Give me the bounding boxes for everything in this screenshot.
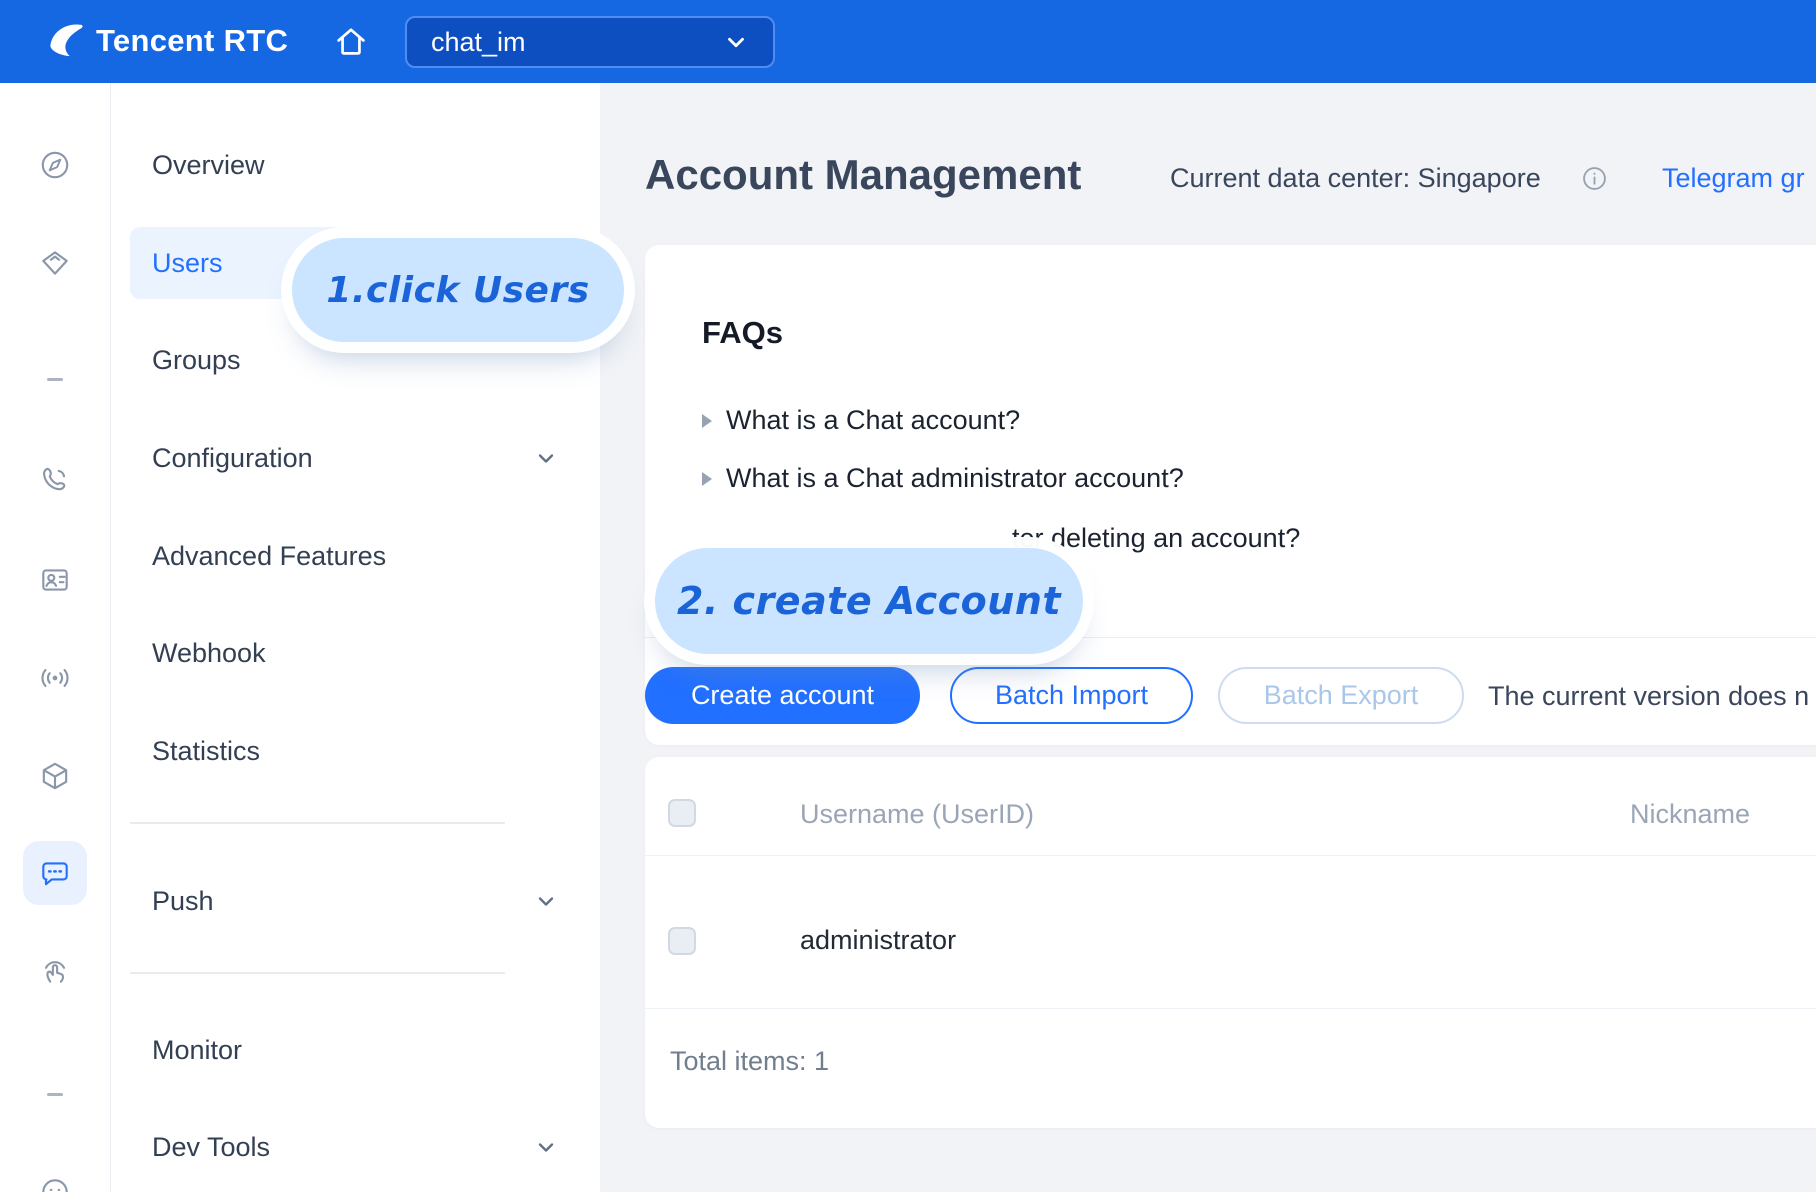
sidebar-item-label: Configuration bbox=[152, 443, 313, 474]
tencent-logo-icon[interactable] bbox=[42, 18, 88, 64]
chevron-down-icon bbox=[534, 446, 558, 470]
telegram-link[interactable]: Telegram gr bbox=[1662, 163, 1805, 194]
faq-item[interactable]: What is a Chat account? bbox=[702, 405, 1020, 436]
faq-question: What is a Chat account? bbox=[726, 405, 1020, 436]
accounts-table: Username (UserID) Nickname administrator… bbox=[645, 757, 1816, 1128]
cube-icon[interactable] bbox=[0, 759, 110, 793]
sidebar-item-overview[interactable]: Overview bbox=[130, 143, 580, 187]
chevron-down-icon bbox=[723, 29, 749, 55]
table-divider bbox=[645, 855, 1816, 856]
tencent-rtc-console: Overview Users Groups Configuration Adva… bbox=[0, 0, 1816, 1192]
sidebar-item-push[interactable]: Push bbox=[130, 879, 580, 923]
sidebar-item-dev-tools[interactable]: Dev Tools bbox=[130, 1125, 580, 1169]
broadcast-icon[interactable] bbox=[0, 661, 110, 695]
app-selector-dropdown[interactable]: chat_im bbox=[405, 16, 775, 68]
sidebar-item-label: Dev Tools bbox=[152, 1132, 270, 1163]
info-icon[interactable] bbox=[1582, 166, 1607, 191]
chevron-down-icon bbox=[534, 1135, 558, 1159]
faq-question: What is a Chat administrator account? bbox=[726, 463, 1184, 494]
faq-item-partial[interactable]: ter deleting an account? bbox=[1012, 523, 1300, 554]
column-header-nickname: Nickname bbox=[1630, 799, 1750, 830]
brand-name: Tencent RTC bbox=[96, 23, 288, 59]
app-selector-value: chat_im bbox=[431, 27, 526, 58]
sidebar-divider bbox=[130, 972, 505, 974]
sidebar-item-label: Users bbox=[152, 248, 223, 279]
sidebar-item-label: Overview bbox=[152, 150, 265, 181]
row-checkbox[interactable] bbox=[668, 927, 696, 955]
annotation-step1: 1.click Users bbox=[292, 238, 624, 342]
face-icon[interactable] bbox=[0, 1175, 110, 1192]
cell-username: administrator bbox=[800, 925, 956, 956]
sidebar-item-configuration[interactable]: Configuration bbox=[130, 436, 580, 480]
triangle-right-icon bbox=[702, 414, 712, 428]
sidebar-item-label: Push bbox=[152, 886, 214, 917]
sidebar-item-webhook[interactable]: Webhook bbox=[130, 631, 580, 675]
sidebar-item-statistics[interactable]: Statistics bbox=[130, 729, 580, 773]
collapsed-divider-icon bbox=[0, 378, 110, 381]
batch-export-button: Batch Export bbox=[1218, 667, 1464, 724]
sidebar-item-label: Groups bbox=[152, 345, 241, 376]
chat-icon-active[interactable] bbox=[23, 841, 87, 905]
triangle-right-icon bbox=[702, 472, 712, 486]
sidebar-item-advanced-features[interactable]: Advanced Features bbox=[130, 534, 580, 578]
palm-wifi-icon[interactable] bbox=[0, 954, 110, 988]
call-icon[interactable] bbox=[0, 463, 110, 497]
version-notice: The current version does n bbox=[1488, 681, 1809, 712]
compass-icon[interactable] bbox=[0, 148, 110, 182]
chevron-down-icon bbox=[534, 889, 558, 913]
topbar: Tencent RTC chat_im bbox=[0, 0, 1816, 83]
sidebar-item-label: Advanced Features bbox=[152, 541, 386, 572]
collapsed-divider-icon bbox=[0, 1093, 110, 1096]
sidebar-item-groups[interactable]: Groups bbox=[130, 338, 580, 382]
sidebar-divider bbox=[130, 822, 505, 824]
page-title: Account Management bbox=[645, 151, 1081, 199]
home-icon[interactable] bbox=[333, 23, 369, 59]
datacenter-label: Current data center: Singapore bbox=[1170, 163, 1541, 194]
column-header-username: Username (UserID) bbox=[800, 799, 1034, 830]
contact-card-icon[interactable] bbox=[0, 563, 110, 597]
annotation-step2: 2. create Account bbox=[655, 548, 1083, 654]
faq-question: ter deleting an account? bbox=[1012, 523, 1300, 554]
sidebar-item-label: Webhook bbox=[152, 638, 266, 669]
faq-item[interactable]: What is a Chat administrator account? bbox=[702, 463, 1184, 494]
batch-import-button[interactable]: Batch Import bbox=[950, 667, 1193, 724]
total-items-label: Total items: 1 bbox=[670, 1046, 829, 1077]
create-account-button[interactable]: Create account bbox=[645, 667, 920, 724]
table-divider bbox=[645, 1008, 1816, 1009]
sidebar-item-label: Monitor bbox=[152, 1035, 242, 1066]
badge-icon[interactable] bbox=[0, 246, 110, 280]
select-all-checkbox[interactable] bbox=[668, 799, 696, 827]
rail-divider bbox=[110, 83, 111, 1192]
sidebar-item-label: Statistics bbox=[152, 736, 260, 767]
sidebar-item-monitor[interactable]: Monitor bbox=[130, 1028, 580, 1072]
faq-heading: FAQs bbox=[702, 315, 783, 351]
